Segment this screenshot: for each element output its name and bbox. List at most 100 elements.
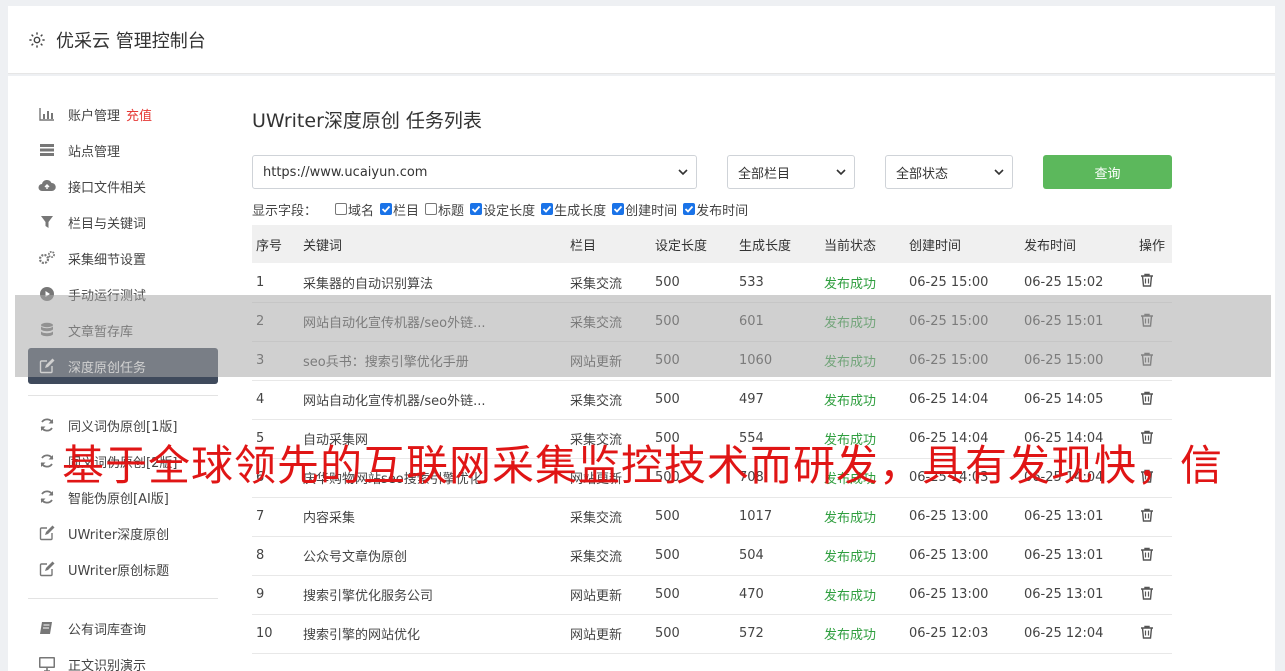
sidebar-item-label: 接口文件相关 (68, 180, 147, 196)
sidebar-item[interactable]: 公有词库查询 (28, 610, 218, 646)
field-checkbox[interactable]: 域名 (335, 200, 374, 219)
trash-icon[interactable] (1139, 390, 1155, 406)
table-cell: 10 (256, 626, 273, 641)
checkbox-unchecked-icon (425, 203, 438, 215)
table-row: 7 内容采集 采集交流 500 1017 发布成功 06-25 13:00 06-25 13:… (252, 497, 1172, 536)
status-cell: 发布成功 (824, 589, 877, 604)
checkbox-checked-icon (380, 203, 393, 215)
table-cell: 06-25 13:01 (1024, 509, 1104, 524)
sidebar-item[interactable]: 正文识别演示 (28, 646, 218, 671)
status-cell: 发布成功 (824, 511, 877, 526)
table-cell: 500 (655, 548, 680, 563)
action-cell (1135, 380, 1172, 419)
sidebar-item-label: 账户管理 (68, 108, 121, 124)
column-header: 当前状态 (824, 238, 877, 254)
table-cell: 06-25 13:00 (909, 548, 989, 563)
table-cell: 06-25 13:00 (909, 509, 989, 524)
column-header: 关键词 (303, 238, 343, 254)
trash-icon[interactable] (1139, 624, 1155, 640)
app-title: 优采云 管理控制台 (56, 30, 206, 52)
fields-label: 显示字段： (252, 203, 318, 219)
chevron-down-icon (994, 169, 1004, 176)
cloud-upload-icon (38, 177, 56, 195)
field-checkbox[interactable]: 创建时间 (612, 200, 677, 219)
book-icon (38, 619, 56, 637)
table-cell: 搜索引擎优化服务公司 (303, 589, 434, 604)
action-cell (1135, 536, 1172, 575)
trash-icon[interactable] (1139, 507, 1155, 523)
status-select[interactable]: 全部状态 (885, 155, 1013, 189)
sidebar-item-label: 站点管理 (68, 144, 121, 160)
table-cell: 8 (256, 548, 265, 563)
field-checkbox[interactable]: 标题 (425, 200, 464, 219)
trash-icon[interactable] (1139, 272, 1155, 288)
table-cell: 470 (739, 587, 764, 602)
table-cell: 504 (739, 548, 764, 563)
column-header: 设定长度 (655, 238, 708, 254)
table-cell: 采集交流 (570, 550, 623, 565)
table-cell: 06-25 12:03 (909, 626, 989, 641)
filter-icon (38, 213, 56, 231)
gear-icon (29, 31, 45, 48)
sidebar-item[interactable]: 账户管理 充值 (28, 96, 218, 132)
column-select-value: 全部栏目 (738, 166, 791, 182)
table-cell: 网站更新 (570, 589, 623, 604)
edit-icon (38, 524, 56, 542)
table-cell: 内容采集 (303, 511, 356, 526)
column-header: 创建时间 (909, 238, 962, 254)
column-header: 序号 (256, 238, 283, 254)
query-button[interactable]: 查询 (1043, 155, 1172, 189)
sidebar-item[interactable]: 站点管理 (28, 132, 218, 168)
recharge-link[interactable]: 充值 (126, 105, 152, 124)
checkbox-checked-icon (612, 203, 625, 215)
sidebar-item-label: 正文识别演示 (68, 658, 147, 671)
column-header: 操作 (1139, 238, 1166, 254)
sidebar-item[interactable]: 采集细节设置 (28, 240, 218, 276)
table-cell: 06-25 13:01 (1024, 587, 1104, 602)
table-cell: 网站更新 (570, 628, 623, 643)
table-cell: 1017 (739, 509, 773, 524)
chevron-down-icon (678, 169, 688, 176)
table-cell: 采集交流 (570, 394, 623, 409)
refresh-icon (38, 416, 56, 434)
sidebar: 账户管理充值站点管理接口文件相关栏目与关键词采集细节设置手动运行测试文章暂存库深… (28, 96, 218, 671)
checkbox-checked-icon (541, 203, 554, 215)
status-cell: 发布成功 (824, 550, 877, 565)
field-checkbox[interactable]: 生成长度 (541, 200, 606, 219)
action-cell (1135, 614, 1172, 653)
field-checkbox-label: 发布时间 (696, 203, 749, 219)
edit-icon (38, 560, 56, 578)
table-cell: 500 (655, 509, 680, 524)
sidebar-divider (28, 395, 218, 396)
bar-chart-icon (38, 105, 56, 123)
site-select[interactable]: https://www.ucaiyun.com (252, 155, 697, 189)
trash-icon[interactable] (1139, 546, 1155, 562)
main-area: UWriter深度原创 任务列表 https://www.ucaiyun.com… (252, 106, 1172, 654)
table-cell: 7 (256, 509, 265, 524)
trash-icon[interactable] (1139, 585, 1155, 601)
table-cell: 497 (739, 392, 764, 407)
field-checkbox[interactable]: 设定长度 (470, 200, 535, 219)
page-title: UWriter深度原创 任务列表 (252, 110, 482, 132)
sidebar-item[interactable]: 接口文件相关 (28, 168, 218, 204)
table-cell: 公众号文章伪原创 (303, 550, 408, 565)
table-cell: 网站自动化宣传机器/seo外链... (303, 394, 486, 409)
sidebar-item[interactable]: UWriter原创标题 (28, 551, 218, 587)
table-cell: 572 (739, 626, 764, 641)
column-header: 生成长度 (739, 238, 792, 254)
table-cell: 500 (655, 626, 680, 641)
field-checkbox[interactable]: 栏目 (380, 200, 419, 219)
table-cell: 采集交流 (570, 511, 623, 526)
action-cell (1135, 575, 1172, 614)
table-cell: 06-25 14:04 (909, 392, 989, 407)
sidebar-item-label: 公有词库查询 (68, 622, 147, 638)
field-checkbox[interactable]: 发布时间 (683, 200, 748, 219)
column-select[interactable]: 全部栏目 (727, 155, 855, 189)
sidebar-item[interactable]: UWriter深度原创 (28, 515, 218, 551)
column-header: 栏目 (570, 238, 597, 254)
status-cell: 发布成功 (824, 628, 877, 643)
table-cell: 06-25 13:00 (909, 587, 989, 602)
table-cell: 4 (256, 392, 265, 407)
sidebar-item[interactable]: 栏目与关键词 (28, 204, 218, 240)
table-cell: 搜索引擎的网站优化 (303, 628, 421, 643)
